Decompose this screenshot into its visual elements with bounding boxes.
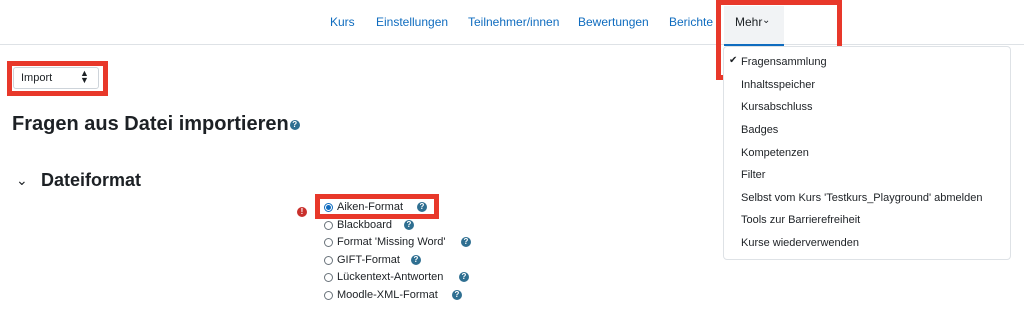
- option-label-blackboard[interactable]: Blackboard: [337, 219, 392, 231]
- option-label-missing-word[interactable]: Format 'Missing Word': [337, 236, 446, 248]
- radio-missing-word[interactable]: [324, 238, 333, 247]
- nav-bewertungen[interactable]: Bewertungen: [578, 15, 649, 29]
- highlight-box-aiken: [315, 194, 439, 219]
- highlight-box-import: [7, 61, 108, 96]
- required-error-icon: !: [297, 207, 307, 217]
- help-icon[interactable]: ?: [411, 255, 421, 265]
- nav-einstellungen[interactable]: Einstellungen: [376, 15, 448, 29]
- collapse-chevron-icon[interactable]: ⌄: [16, 172, 28, 189]
- page-title-wrapper: Fragen aus Datei importieren?: [12, 113, 300, 136]
- menu-item-filter[interactable]: Filter: [741, 169, 765, 181]
- option-label-gift[interactable]: GIFT-Format: [337, 254, 400, 266]
- help-icon[interactable]: ?: [404, 220, 414, 230]
- checkmark-icon: ✔: [729, 55, 738, 66]
- radio-lueckentext[interactable]: [324, 273, 333, 282]
- nav-kurs[interactable]: Kurs: [330, 15, 355, 29]
- radio-blackboard[interactable]: [324, 221, 333, 230]
- help-icon[interactable]: ?: [452, 290, 462, 300]
- menu-item-abmelden[interactable]: Selbst vom Kurs 'Testkurs_Playground' ab…: [741, 192, 982, 204]
- menu-item-kompetenzen[interactable]: Kompetenzen: [741, 147, 809, 159]
- radio-gift[interactable]: [324, 256, 333, 265]
- menu-item-badges[interactable]: Badges: [741, 124, 778, 136]
- section-title[interactable]: Dateiformat: [41, 170, 141, 191]
- menu-item-inhaltsspeicher[interactable]: Inhaltsspeicher: [741, 79, 815, 91]
- help-icon[interactable]: ?: [459, 272, 469, 282]
- nav-berichte[interactable]: Berichte: [669, 15, 713, 29]
- menu-item-fragensammlung[interactable]: Fragensammlung: [741, 56, 827, 68]
- page-title: Fragen aus Datei importieren: [12, 113, 289, 135]
- radio-moodle-xml[interactable]: [324, 291, 333, 300]
- menu-item-kurse-wiederverwenden[interactable]: Kurse wiederverwenden: [741, 237, 859, 249]
- help-icon[interactable]: ?: [461, 237, 471, 247]
- option-label-lueckentext[interactable]: Lückentext-Antworten: [337, 271, 443, 283]
- menu-item-barrierefreiheit[interactable]: Tools zur Barrierefreiheit: [741, 214, 860, 226]
- nav-teilnehmer[interactable]: Teilnehmer/innen: [468, 15, 559, 29]
- option-label-moodle-xml[interactable]: Moodle-XML-Format: [337, 289, 438, 301]
- menu-item-kursabschluss[interactable]: Kursabschluss: [741, 101, 813, 113]
- help-icon[interactable]: ?: [289, 119, 300, 130]
